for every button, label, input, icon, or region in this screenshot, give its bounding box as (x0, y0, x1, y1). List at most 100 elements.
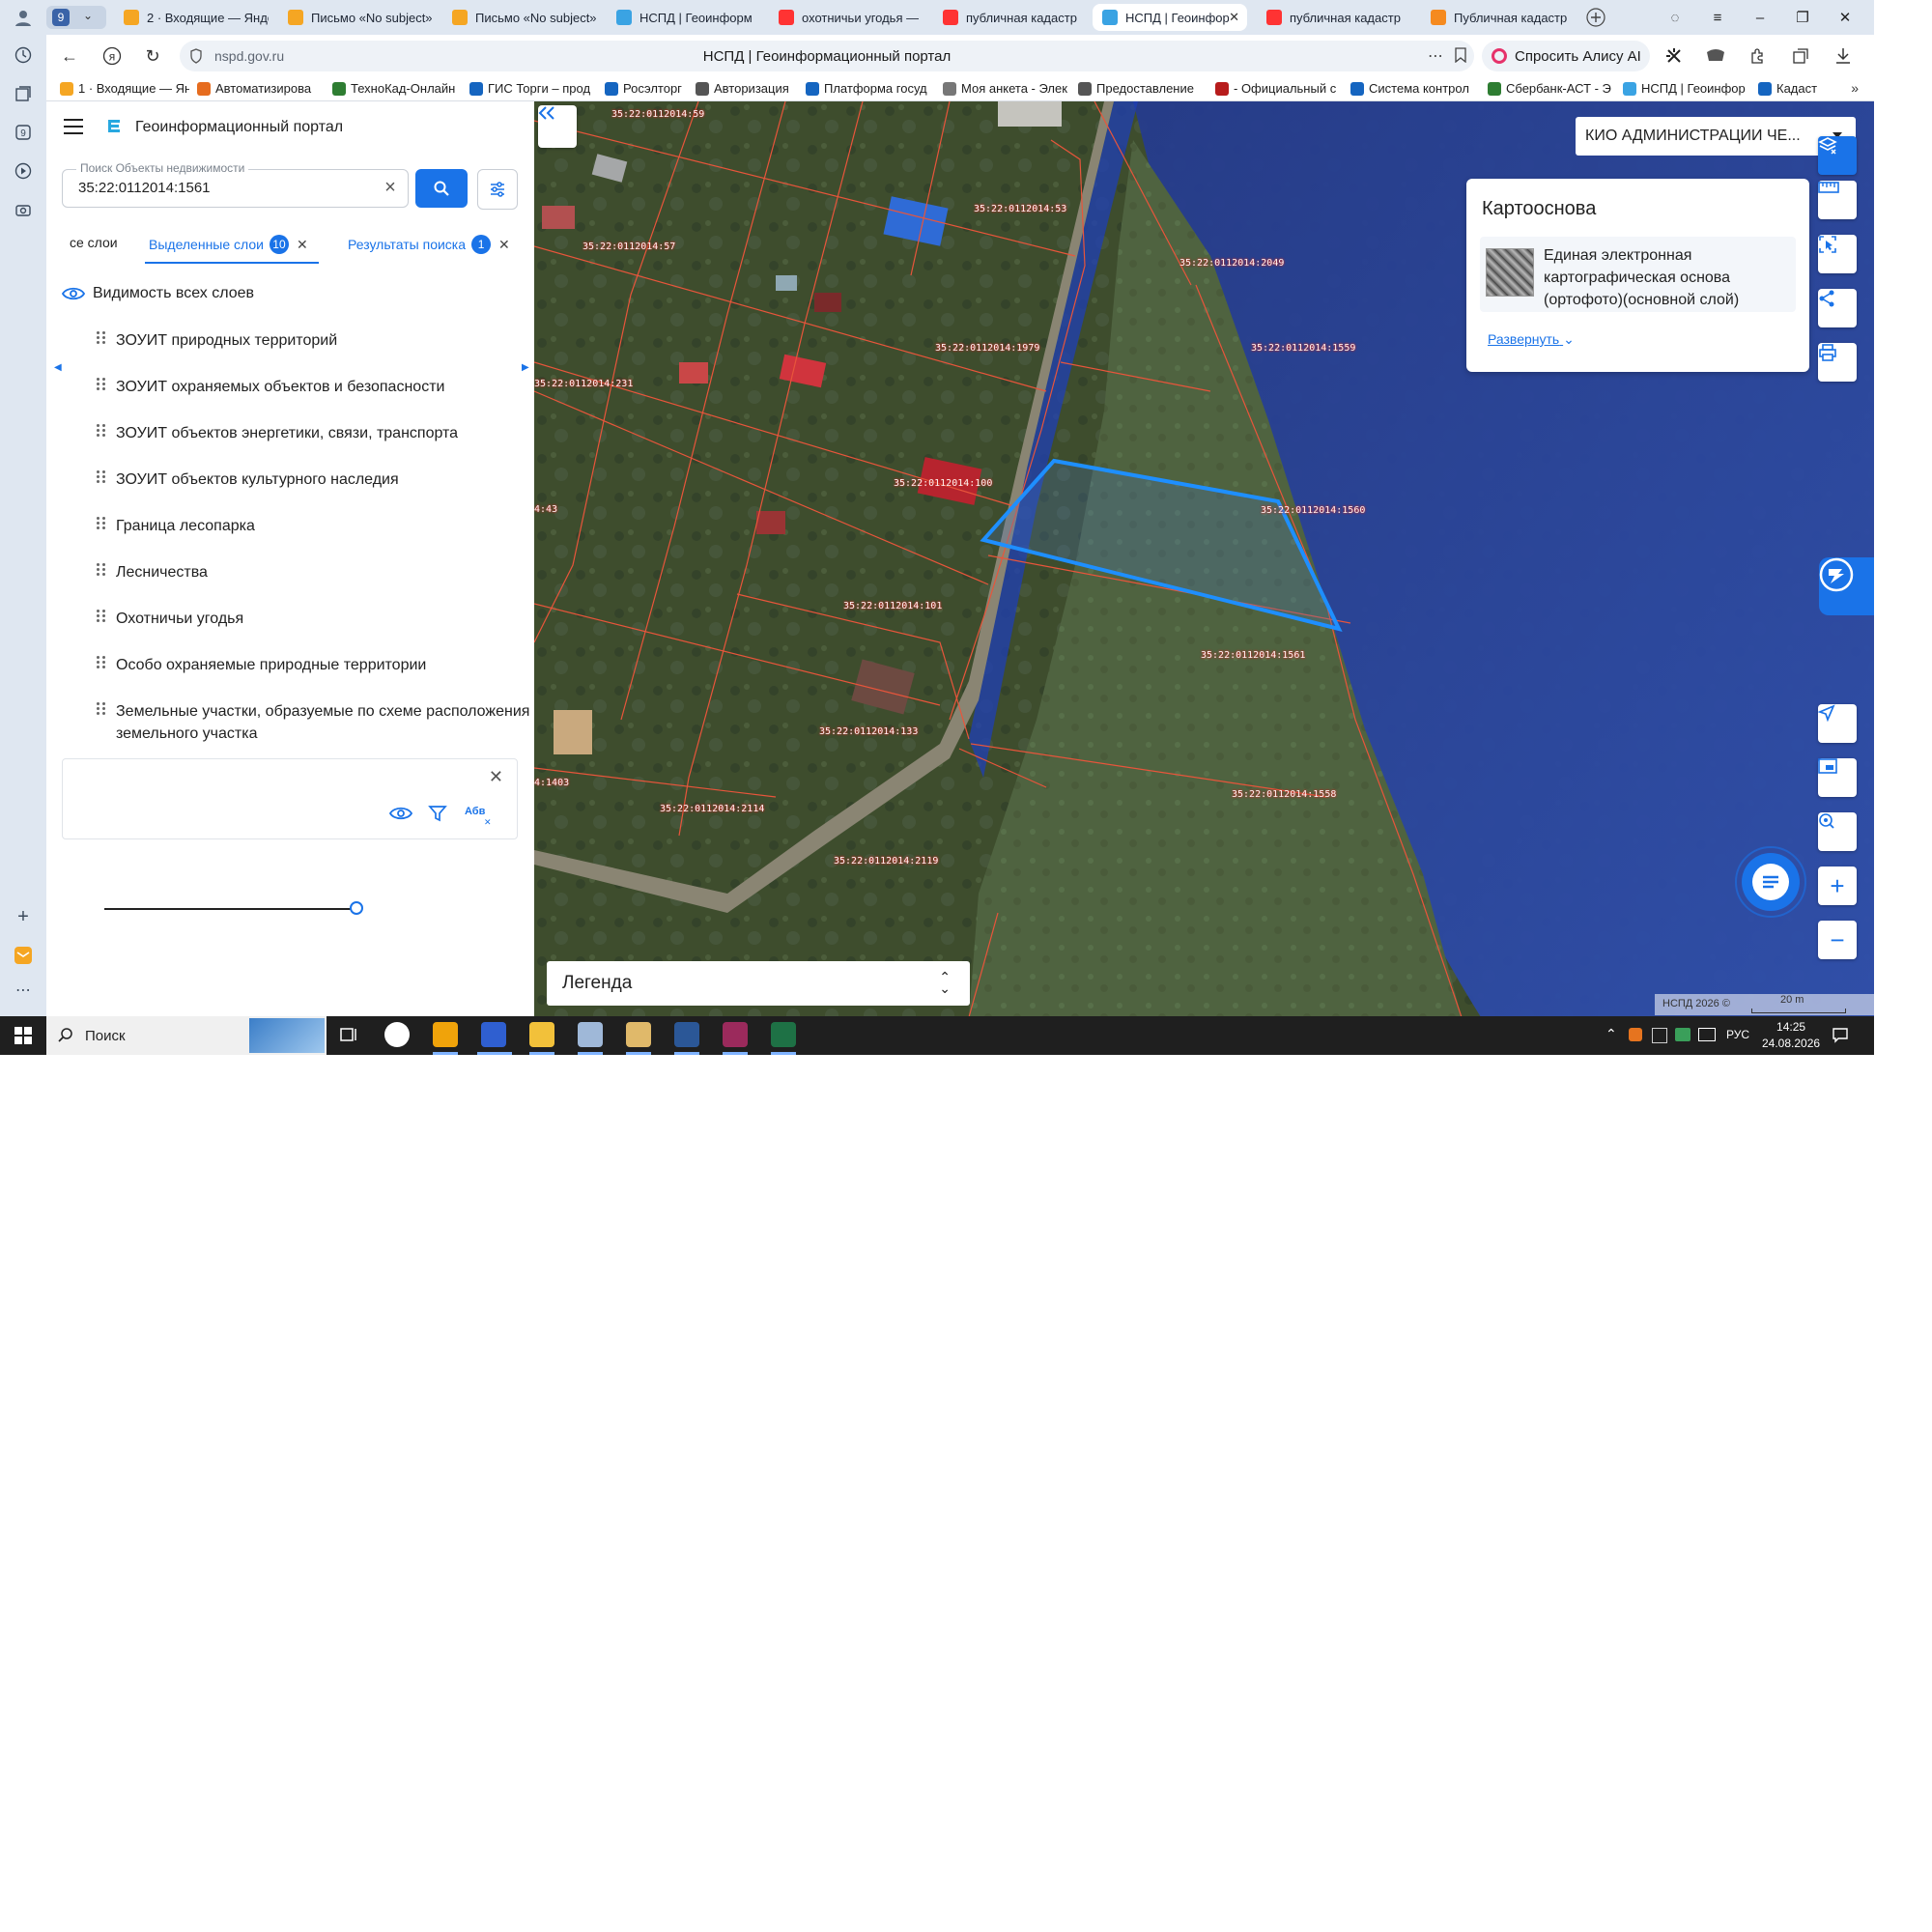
winrar-icon[interactable] (723, 1022, 748, 1047)
excel-icon[interactable] (771, 1022, 796, 1047)
screenshot-icon[interactable] (1789, 44, 1812, 68)
camera-icon[interactable] (11, 197, 36, 222)
remove-layer-icon[interactable]: ✕ (489, 767, 503, 787)
more-icon[interactable]: ⋯ (11, 978, 36, 1003)
parcel-label[interactable]: 35:22:0112014:133 (819, 726, 918, 737)
extensions-icon[interactable] (1747, 44, 1770, 68)
input-language[interactable]: РУС (1726, 1028, 1749, 1041)
parcel-label[interactable]: 35:22:0112014:53 (974, 204, 1066, 214)
parcel-label[interactable]: 35:22:0112014:59 (611, 109, 704, 120)
bookmark-item[interactable]: Платформа госуд (806, 81, 935, 96)
parcel-label[interactable]: 35:22:0112014:1559 (1251, 343, 1355, 354)
scroll-left-icon[interactable]: ◀ (54, 362, 62, 373)
browser-tab[interactable]: охотничьи угодья — (769, 4, 923, 31)
bookmark-item[interactable]: - Официальный с (1215, 81, 1343, 96)
file-explorer-icon[interactable] (529, 1022, 554, 1047)
incognito-icon[interactable]: ◌ (1658, 6, 1692, 29)
filter-icon[interactable] (428, 804, 447, 828)
layer-item[interactable]: Граница лесопарка (97, 515, 541, 537)
drag-handle-icon[interactable] (97, 702, 106, 716)
tab-search-results[interactable]: Результаты поиска 1 ✕ (348, 235, 510, 254)
bookmark-item[interactable]: Автоматизирова (197, 81, 325, 96)
tray-app-icon[interactable] (1629, 1028, 1642, 1041)
browser-tab[interactable]: Письмо «No subject» (278, 4, 433, 31)
bookmark-item[interactable]: Сбербанк-АСТ - Э (1488, 81, 1615, 96)
labels-toggle-icon[interactable]: Абв (465, 806, 485, 817)
mail-counter-icon[interactable]: 9 (11, 120, 36, 145)
browser-tab[interactable]: публичная кадастр (933, 4, 1088, 31)
word-icon[interactable] (674, 1022, 699, 1047)
bookmark-item[interactable]: Моя анкета - Элек (943, 81, 1070, 96)
page-menu-icon[interactable]: ⋯ (1428, 46, 1443, 66)
print-button[interactable] (1818, 343, 1857, 382)
visibility-all-toggle[interactable]: Видимость всех слоев (62, 285, 254, 302)
tray-chevron-icon[interactable]: ⌃ (1605, 1026, 1617, 1042)
scroll-right-icon[interactable]: ▶ (522, 362, 529, 373)
mail-icon[interactable] (11, 943, 36, 968)
search-settings-button[interactable] (477, 169, 518, 210)
hamburger-menu-icon[interactable] (64, 119, 83, 134)
layer-item[interactable]: ЗОУИТ объектов энергетики, связи, трансп… (97, 422, 541, 444)
tab-all-layers[interactable]: се слои (70, 235, 118, 250)
measure-tool-button[interactable] (1818, 181, 1857, 219)
add-panel-icon[interactable]: + (11, 904, 36, 929)
tray-security-icon[interactable] (1675, 1028, 1690, 1041)
close-tab-icon[interactable]: ✕ (297, 237, 308, 253)
layers-tool-button[interactable] (1818, 136, 1857, 175)
address-bar[interactable]: nspd.gov.ru НСПД | Геоинформационный пор… (180, 41, 1474, 71)
layer-item[interactable]: ЗОУИТ природных территорий (97, 329, 541, 352)
minimap-button[interactable] (1818, 758, 1857, 797)
bookmark-item[interactable]: Предоставление (1078, 81, 1208, 96)
history-icon[interactable] (11, 43, 36, 68)
close-tab-icon[interactable]: ✕ (1229, 10, 1239, 25)
legend-panel[interactable]: Легенда ⌃ ⌄ (547, 961, 970, 1006)
owner-select[interactable]: КИО АДМИНИСТРАЦИИ ЧЕ... (1576, 117, 1856, 156)
notifications-icon[interactable] (1832, 1027, 1849, 1049)
parcel-label[interactable]: 35:22:0112014:2119 (834, 856, 938, 867)
taskbar-search[interactable]: Поиск (46, 1016, 327, 1055)
browser-tab[interactable]: НСПД | Геоинфор ✕ (1093, 4, 1247, 31)
drag-handle-icon[interactable] (97, 563, 106, 577)
zoom-out-button[interactable]: − (1818, 921, 1857, 959)
drag-handle-icon[interactable] (97, 656, 106, 669)
map-canvas[interactable]: 35:22:0112014:59 35:22:0112014:53 35:22:01… (534, 101, 1874, 1017)
bookmark-item[interactable]: Росэлторг (605, 81, 688, 96)
more-bookmarks-icon[interactable]: » (1851, 80, 1859, 96)
clear-search-icon[interactable]: × (379, 176, 402, 199)
browser-tab[interactable]: Письмо «No subject» (442, 4, 597, 31)
opacity-slider-handle[interactable] (350, 901, 363, 915)
zoom-in-button[interactable]: + (1818, 867, 1857, 905)
drag-handle-icon[interactable] (97, 610, 106, 623)
browser-tab[interactable]: Публичная кадастр (1421, 4, 1576, 31)
parcel-label[interactable]: 35:22:0112014:100 (894, 478, 992, 489)
back-button[interactable]: ← (58, 44, 81, 68)
collections-icon[interactable] (11, 81, 36, 106)
restore-button[interactable]: ❐ (1785, 6, 1820, 29)
browser-tab[interactable]: 2 · Входящие — Яндекс (114, 4, 269, 31)
browser-tab[interactable]: НСПД | Геоинформ (607, 4, 761, 31)
geolocate-button[interactable] (1818, 704, 1857, 743)
parcel-label[interactable]: 35:22:0112014:2114 (660, 804, 764, 814)
browser-tab[interactable]: публичная кадастр (1257, 4, 1411, 31)
bookmark-item[interactable]: 1 · Входящие — Ян (60, 81, 189, 96)
layer-item[interactable]: Лесничества (97, 561, 541, 583)
tab-selected-layers[interactable]: Выделенные слои 10 ✕ (149, 235, 308, 254)
parcel-label[interactable]: 35:22:0112014:1561 (1201, 650, 1305, 661)
vpn-icon[interactable] (1704, 44, 1727, 68)
layer-item[interactable]: ЗОУИТ объектов культурного наследия (97, 469, 541, 491)
task-view-icon[interactable] (336, 1022, 361, 1047)
parcel-label[interactable]: 35:22:0112014:1560 (1261, 505, 1365, 516)
minimize-button[interactable]: – (1743, 6, 1777, 29)
parcel-label[interactable]: 35:22:0112014:1979 (935, 343, 1039, 354)
bookmark-item[interactable]: ТехноКад-Онлайн (332, 81, 462, 96)
locate-search-button[interactable] (1818, 812, 1857, 851)
new-tab-button[interactable] (1578, 6, 1613, 29)
bookmark-icon[interactable] (1455, 47, 1466, 68)
share-button[interactable] (1818, 289, 1857, 327)
profile-icon[interactable] (11, 5, 36, 30)
bookmark-item[interactable]: Авторизация (696, 81, 798, 96)
tray-monitor-icon[interactable] (1698, 1028, 1716, 1041)
parcel-label[interactable]: 35:22:0112014:1558 (1232, 789, 1336, 800)
start-button[interactable] (0, 1016, 46, 1055)
select-area-button[interactable] (1818, 235, 1857, 273)
